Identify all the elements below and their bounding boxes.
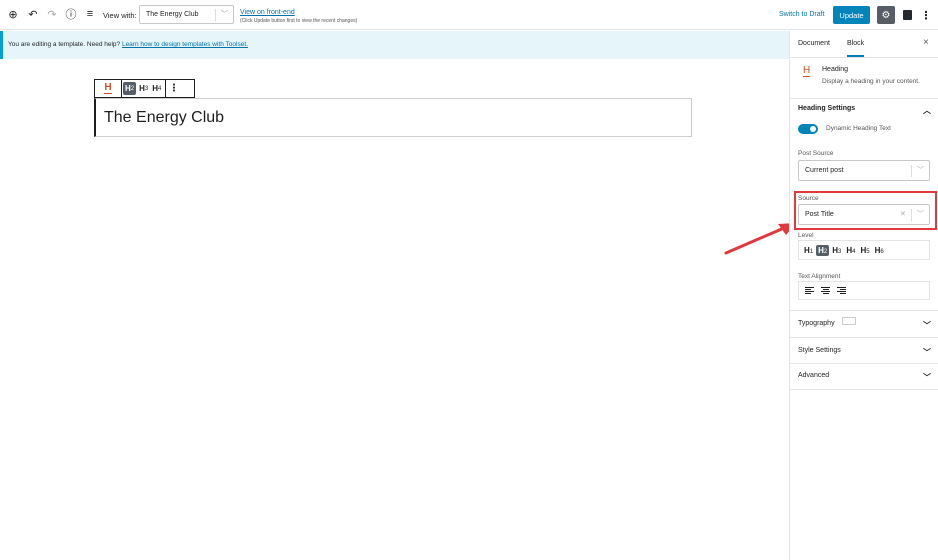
notice-message: You are editing a template. Need help? bbox=[8, 41, 122, 48]
block-more-options-button[interactable]: ⋮ bbox=[165, 80, 181, 97]
annotation-arrow bbox=[724, 223, 796, 255]
block-toolbar: H H2 H3 H4 ⋮ bbox=[94, 79, 195, 98]
sidebar-tabs: Document Block × bbox=[790, 31, 938, 58]
redo-icon[interactable]: ↷ bbox=[45, 7, 59, 21]
heading-block-type-button[interactable]: H bbox=[95, 80, 122, 97]
level-number: 6 bbox=[880, 248, 884, 255]
select-separator bbox=[215, 9, 216, 21]
editor-top-toolbar: ⊕ ↶ ↷ ⓘ ≡ View with: The Energy Club ﹀ V… bbox=[0, 0, 938, 30]
view-on-frontend-link[interactable]: View on front-end bbox=[240, 9, 295, 16]
level-number: 5 bbox=[866, 248, 870, 255]
view-frontend-note: (Click Update button first to view the r… bbox=[240, 18, 358, 24]
divider bbox=[790, 389, 938, 390]
source-select[interactable]: Post Title ✕ ﹀ bbox=[798, 204, 930, 225]
chevron-up-icon: ︿ bbox=[923, 106, 931, 115]
dynamic-heading-toggle[interactable] bbox=[798, 124, 818, 134]
post-source-value: Current post bbox=[805, 167, 844, 174]
panel-title: Style Settings bbox=[798, 347, 841, 354]
text-alignment-toolbar bbox=[798, 281, 930, 300]
heading-block[interactable]: The Energy Club bbox=[94, 98, 692, 137]
level-number: 3 bbox=[838, 248, 842, 255]
divider bbox=[790, 337, 938, 338]
tab-document[interactable]: Document bbox=[798, 40, 830, 47]
more-options-button[interactable]: ⋮ bbox=[920, 7, 932, 23]
align-left-icon[interactable] bbox=[805, 286, 814, 295]
view-with-select[interactable]: The Energy Club ﹀ bbox=[139, 5, 234, 24]
heading-text[interactable]: The Energy Club bbox=[104, 109, 224, 127]
heading-level-4-button[interactable]: H4 bbox=[150, 80, 163, 97]
level-h4-button[interactable]: H4 bbox=[844, 245, 857, 256]
divider bbox=[790, 310, 938, 311]
divider bbox=[790, 363, 938, 364]
info-icon[interactable]: ⓘ bbox=[64, 7, 78, 21]
settings-gear-button[interactable]: ⚙ bbox=[877, 6, 895, 24]
panel-title: Typography bbox=[798, 320, 835, 327]
select-separator bbox=[911, 165, 912, 177]
more-options-icon: ⋮ bbox=[920, 9, 932, 22]
list-view-icon[interactable]: ≡ bbox=[83, 7, 97, 21]
post-source-label: Post Source bbox=[798, 150, 834, 157]
level-number: 3 bbox=[144, 85, 149, 92]
notice-help-link[interactable]: Learn how to design templates with Tools… bbox=[122, 41, 248, 48]
view-with-label: View with: bbox=[103, 11, 137, 20]
source-value: Post Title bbox=[805, 211, 834, 218]
block-card: H Heading Display a heading in your cont… bbox=[790, 59, 938, 99]
close-icon[interactable]: × bbox=[923, 37, 929, 48]
level-label: Level bbox=[798, 232, 814, 239]
select-separator bbox=[911, 209, 912, 221]
toggle-label: Dynamic Heading Text bbox=[826, 125, 891, 132]
gear-icon: ⚙ bbox=[881, 9, 891, 21]
level-h3-button[interactable]: H3 bbox=[830, 245, 843, 256]
level-number: 4 bbox=[852, 248, 856, 255]
view-with-value: The Energy Club bbox=[146, 11, 199, 18]
block-card-title: Heading bbox=[822, 66, 849, 73]
heading-level-3-button[interactable]: H3 bbox=[137, 80, 150, 97]
level-number: 2 bbox=[130, 85, 135, 92]
undo-icon[interactable]: ↶ bbox=[26, 7, 40, 21]
heading-icon: H bbox=[803, 65, 811, 77]
tab-block[interactable]: Block bbox=[847, 40, 865, 57]
template-notice: You are editing a template. Need help? L… bbox=[0, 31, 789, 59]
heading-icon: H bbox=[104, 82, 112, 94]
level-selector: H1 H2 H3 H4 H5 H6 bbox=[798, 240, 930, 260]
chevron-down-icon: ﹀ bbox=[917, 167, 924, 174]
level-number: 2 bbox=[823, 248, 828, 255]
block-card-description: Display a heading in your content. bbox=[822, 78, 920, 85]
level-h2-button[interactable]: H2 bbox=[816, 244, 830, 256]
chevron-down-icon: ﹀ bbox=[917, 211, 924, 218]
level-h6-button[interactable]: H6 bbox=[873, 245, 886, 256]
chevron-down-icon: ﹀ bbox=[923, 348, 931, 357]
level-h5-button[interactable]: H5 bbox=[859, 245, 872, 256]
switch-to-draft-button[interactable]: Switch to Draft bbox=[779, 11, 825, 18]
source-label: Source bbox=[798, 195, 819, 202]
toolset-button[interactable] bbox=[900, 7, 914, 23]
toolset-icon bbox=[902, 10, 912, 20]
add-block-icon[interactable]: ⊕ bbox=[6, 7, 20, 21]
chevron-down-icon: ﹀ bbox=[923, 373, 931, 382]
more-options-icon: ⋮ bbox=[168, 83, 179, 94]
level-number: 1 bbox=[809, 248, 814, 255]
panel-title: Heading Settings bbox=[798, 105, 856, 112]
panel-title: Advanced bbox=[798, 372, 830, 379]
align-center-icon[interactable] bbox=[821, 286, 830, 295]
clear-icon[interactable]: ✕ bbox=[900, 210, 906, 218]
text-alignment-label: Text Alignment bbox=[798, 273, 841, 280]
level-h1-button[interactable]: H1 bbox=[802, 245, 815, 256]
notice-text: You are editing a template. Need help? L… bbox=[8, 41, 248, 48]
chevron-down-icon: ﹀ bbox=[923, 321, 931, 330]
update-button[interactable]: Update bbox=[833, 6, 870, 24]
heading-level-2-button[interactable]: H2 bbox=[123, 82, 137, 95]
typography-swatch bbox=[842, 317, 856, 325]
settings-sidebar: Document Block × H Heading Display a hea… bbox=[789, 31, 938, 560]
level-number: 4 bbox=[158, 85, 162, 92]
align-right-icon[interactable] bbox=[837, 286, 846, 295]
post-source-select[interactable]: Current post ﹀ bbox=[798, 160, 930, 181]
chevron-down-icon: ﹀ bbox=[221, 11, 228, 18]
